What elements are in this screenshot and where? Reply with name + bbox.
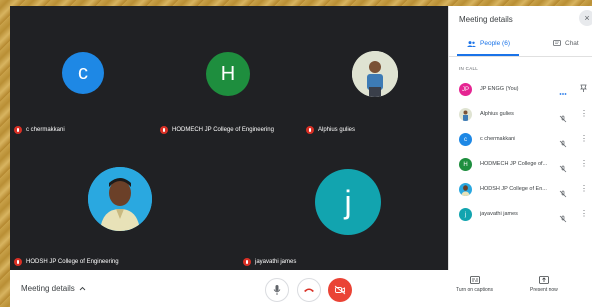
participant-name: HODSH JP College of Engineering — [26, 259, 119, 265]
participant-avatar: c — [62, 52, 104, 94]
mic-off-icon — [559, 210, 567, 228]
panel-title: Meeting details — [459, 15, 513, 24]
participant-label: Alphius gulies — [306, 126, 355, 134]
bottom-control-bar: Meeting details Turn on captions Present… — [10, 270, 592, 307]
microphone-button[interactable] — [265, 278, 289, 302]
avatar — [459, 183, 472, 196]
participant-name: JP ENGG (You) — [480, 86, 519, 92]
participant-label: HODMECH JP College of Engineering — [160, 126, 274, 134]
present-screen-icon — [538, 276, 549, 284]
participant-avatar: H — [206, 52, 250, 96]
participant-tile[interactable]: c c chermakkani — [10, 6, 156, 138]
avatar: c — [459, 133, 472, 146]
mic-off-icon — [160, 126, 168, 134]
more-options-icon[interactable]: ⋮ — [580, 109, 588, 118]
participant-row[interactable]: j jayavathi james ⋮ — [449, 207, 592, 223]
hang-up-icon — [304, 288, 314, 292]
participant-name: Alphius gulies — [318, 127, 356, 133]
participant-row[interactable]: c c chermakkani ⋮ — [449, 132, 592, 148]
meeting-details-panel: Meeting details × People (6) Chat IN CAL… — [448, 6, 592, 270]
tab-people[interactable]: People (6) — [467, 40, 510, 47]
participant-tile[interactable]: j jayavathi james — [229, 138, 448, 270]
chevron-up-icon — [79, 286, 86, 291]
participant-name: HODSH JP College of En... — [480, 186, 547, 192]
speaking-icon — [559, 85, 567, 103]
participant-name: Alphius gulies — [480, 111, 514, 117]
mic-off-icon — [306, 126, 314, 134]
present-now-button[interactable]: Present now — [530, 276, 558, 293]
more-options-icon[interactable]: ⋮ — [580, 134, 588, 143]
meeting-details-label: Meeting details — [21, 284, 75, 293]
captions-label: Turn on captions — [456, 287, 494, 293]
more-options-icon[interactable]: ⋮ — [580, 209, 588, 218]
participant-name: jayavathi james — [480, 211, 518, 217]
avatar: j — [459, 208, 472, 221]
participant-name: HODMECH JP College of... — [480, 161, 548, 167]
present-label: Present now — [530, 287, 558, 293]
meeting-details-button[interactable]: Meeting details — [21, 284, 86, 293]
participant-tile[interactable]: H HODMECH JP College of Engineering — [156, 6, 302, 138]
participant-name: HODMECH JP College of Engineering — [172, 127, 274, 133]
people-icon — [467, 40, 476, 47]
participant-label: c chermakkani — [14, 126, 65, 134]
close-icon[interactable]: × — [579, 10, 592, 26]
participant-row[interactable]: HODSH JP College of En... ⋮ — [449, 182, 592, 198]
participant-tile[interactable]: Alphius gulies — [302, 6, 448, 138]
camera-off-icon — [334, 285, 346, 295]
participant-row[interactable]: H HODMECH JP College of... ⋮ — [449, 157, 592, 173]
participant-photo — [352, 51, 398, 97]
participant-photo — [88, 167, 152, 231]
microphone-icon — [273, 285, 281, 295]
camera-button[interactable] — [328, 278, 352, 302]
mic-off-icon — [14, 258, 22, 266]
pin-icon[interactable] — [580, 84, 587, 94]
participant-row[interactable]: JP JP ENGG (You) — [449, 82, 592, 98]
mic-off-icon — [559, 160, 567, 178]
divider — [449, 56, 592, 57]
participant-name: c chermakkani — [26, 127, 65, 133]
video-grid: c c chermakkani H HODMECH JP College of … — [10, 6, 448, 270]
participant-label: jayavathi james — [243, 258, 296, 266]
participant-avatar: j — [315, 169, 381, 235]
tab-label: Chat — [565, 40, 579, 47]
avatar: H — [459, 158, 472, 171]
participant-name: c chermakkani — [480, 136, 516, 142]
captions-icon — [469, 276, 480, 284]
avatar — [459, 108, 472, 121]
mic-off-icon — [559, 135, 567, 153]
mic-off-icon — [14, 126, 22, 134]
tab-label: People (6) — [480, 40, 510, 47]
mic-off-icon — [559, 185, 567, 203]
captions-button[interactable]: Turn on captions — [456, 276, 493, 293]
avatar: JP — [459, 83, 472, 96]
more-options-icon[interactable]: ⋮ — [580, 184, 588, 193]
participant-label: HODSH JP College of Engineering — [14, 258, 119, 266]
participant-row[interactable]: Alphius gulies ⋮ — [449, 107, 592, 123]
tab-chat[interactable]: Chat — [553, 40, 579, 47]
participant-tile[interactable]: HODSH JP College of Engineering — [10, 138, 229, 270]
more-options-icon[interactable]: ⋮ — [580, 159, 588, 168]
leave-call-button[interactable] — [297, 278, 321, 302]
mic-off-icon — [559, 110, 567, 128]
section-label: IN CALL — [459, 66, 479, 71]
mic-off-icon — [243, 258, 251, 266]
chat-icon — [553, 40, 561, 46]
participant-name: jayavathi james — [255, 259, 297, 265]
